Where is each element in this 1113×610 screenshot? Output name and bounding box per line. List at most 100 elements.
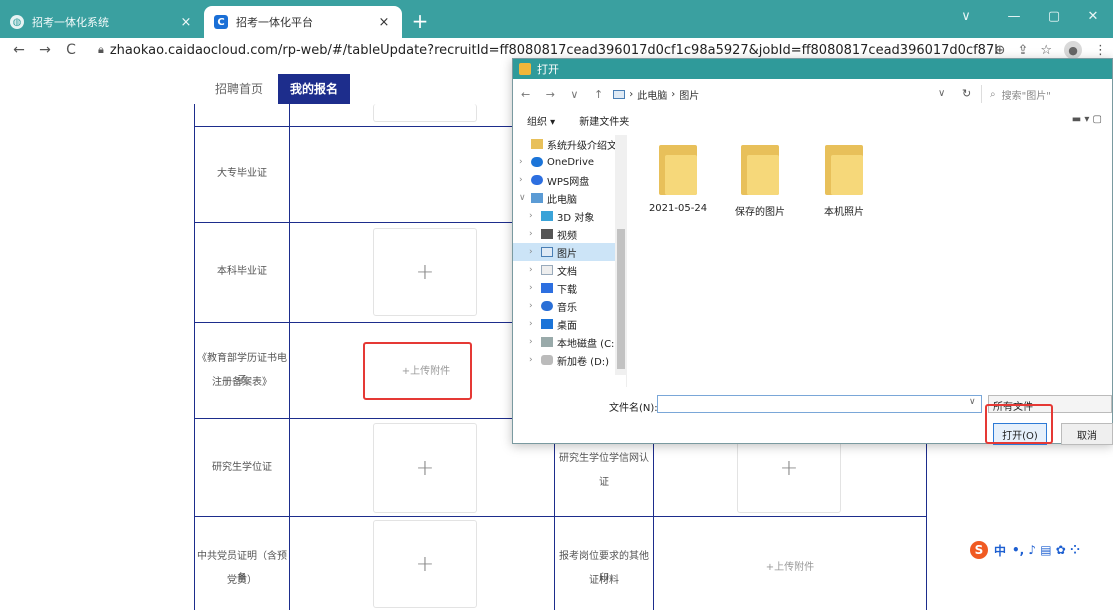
ime-mode[interactable]: 中 (994, 542, 1006, 559)
row-label: 研究生学位证 (212, 462, 272, 473)
row-label: 注册备案表》 (212, 377, 272, 388)
site-logo-icon: C (214, 15, 228, 29)
close-tab-icon[interactable]: × (376, 15, 392, 30)
upload-box-partial[interactable] (373, 104, 477, 122)
cloud-icon (531, 175, 543, 185)
chevron-down-icon[interactable]: ∨ (938, 88, 945, 99)
nav-home-link[interactable]: 招聘首页 (204, 74, 274, 104)
browser-tab-2[interactable]: C 招考一体化平台 × (204, 6, 402, 38)
profile-avatar-icon[interactable]: ● (1064, 41, 1082, 59)
tree-item-selected[interactable]: › 图片 (513, 243, 626, 261)
lock-icon: 🔒︎ (98, 43, 104, 56)
download-icon (541, 283, 553, 293)
folder-icon (531, 139, 543, 149)
dialog-command-bar: 组织 ▾ 新建文件夹 ▬ ▾ ▢ (513, 109, 1112, 131)
new-folder-button[interactable]: 新建文件夹 (579, 113, 629, 128)
filename-label: 文件名(N): (609, 403, 658, 414)
tree-item[interactable]: › 本地磁盘 (C:) (513, 333, 626, 351)
folder-name: 本机照片 (824, 207, 864, 218)
breadcrumb-item[interactable]: 图片 (679, 87, 699, 102)
folder-icon (659, 145, 697, 195)
folder-name: 2021-05-24 (648, 203, 708, 214)
navigation-tree: 系统升级介绍文 › OneDrive › WPS网盘 ∨ 此电脑 › 3D 对象… (513, 135, 627, 387)
close-window-button[interactable]: ✕ (1073, 6, 1113, 28)
folder-icon (825, 145, 863, 195)
row-label: 本科毕业证 (217, 266, 267, 277)
folder-item[interactable]: 本机照片 (809, 145, 879, 218)
tree-item[interactable]: › OneDrive (513, 153, 626, 171)
globe-icon: ◍ (10, 15, 24, 29)
nav-arrows-icon[interactable]: ← → ∨ ↑ (521, 88, 609, 101)
desktop-icon (541, 319, 553, 329)
tree-item[interactable]: 系统升级介绍文 (513, 135, 626, 153)
tree-item[interactable]: › 文档 (513, 261, 626, 279)
tree-scrollbar[interactable] (615, 135, 627, 375)
highlight-box (363, 342, 472, 400)
browser-tab-1[interactable]: ◍ 招考一体化系统 × (0, 6, 204, 38)
plus-icon: + (415, 551, 435, 577)
breadcrumb-item[interactable]: 此电脑 (637, 87, 667, 102)
tree-item[interactable]: › 视频 (513, 225, 626, 243)
row-label: 党员） (227, 575, 257, 586)
search-placeholder: 搜索"图片" (1001, 90, 1051, 102)
folder-item[interactable]: 保存的图片 (725, 145, 795, 218)
table-border (194, 516, 926, 517)
search-icon: ⌕ (990, 88, 996, 100)
sogou-logo-icon[interactable]: S (970, 541, 988, 559)
upload-plus-box[interactable]: + (373, 228, 477, 316)
back-icon[interactable]: ← (6, 42, 32, 58)
computer-icon (531, 193, 543, 203)
menu-icon[interactable]: ⋮ (1094, 43, 1107, 58)
organize-menu[interactable]: 组织 ▾ (527, 113, 555, 128)
minimize-button[interactable]: — (994, 6, 1034, 28)
close-tab-icon[interactable]: × (178, 15, 194, 30)
tree-item[interactable]: › 音乐 (513, 297, 626, 315)
nav-my-registration-link[interactable]: 我的报名 (278, 74, 350, 104)
ime-tool-icons[interactable]: •, ♪ ▤ ✿ ⁘ (1012, 543, 1080, 557)
cloud-icon (531, 157, 543, 167)
upload-attachment-link[interactable]: +上传附件 (740, 558, 840, 573)
refresh-icon[interactable]: ↻ (962, 87, 971, 100)
scrollbar-thumb[interactable] (617, 229, 625, 369)
maximize-button[interactable]: ▢ (1034, 6, 1074, 28)
dialog-title: 打开 (537, 63, 559, 76)
disk-icon (541, 337, 553, 347)
share-icon[interactable]: ⇪ (1017, 43, 1028, 58)
breadcrumb-sep: › (671, 88, 676, 100)
new-tab-button[interactable]: + (408, 10, 432, 34)
bookmark-star-icon[interactable]: ☆ (1040, 43, 1052, 58)
tree-item[interactable]: › 下载 (513, 279, 626, 297)
plus-icon: + (415, 455, 435, 481)
chevron-down-icon[interactable]: ∨ (969, 397, 976, 407)
tree-item[interactable]: › 新加卷 (D:) (513, 351, 626, 369)
upload-plus-box[interactable]: + (373, 520, 477, 608)
forward-icon[interactable]: → (32, 42, 58, 58)
music-icon (541, 301, 553, 311)
folder-name: 保存的图片 (735, 207, 785, 218)
tab-title: 招考一体化平台 (236, 16, 313, 29)
zoom-icon[interactable]: ⊕ (995, 43, 1006, 58)
plus-icon: + (779, 455, 799, 481)
folder-item[interactable]: 2021-05-24 (643, 145, 713, 214)
tree-item[interactable]: ∨ 此电脑 (513, 189, 626, 207)
upload-plus-box[interactable]: + (373, 423, 477, 513)
tab-title: 招考一体化系统 (32, 16, 109, 29)
tree-item[interactable]: › WPS网盘 (513, 171, 626, 189)
file-open-dialog: 打开 ← → ∨ ↑ › 此电脑 › 图片 ∨ ↻ ⌕ 搜索"图片" 组织 ▾ … (512, 58, 1113, 445)
breadcrumb[interactable]: › 此电脑 › 图片 (613, 87, 699, 102)
row-label: 大专毕业证 (217, 168, 267, 179)
search-input[interactable]: ⌕ 搜索"图片" (981, 85, 1111, 103)
browser-tab-strip: ◍ 招考一体化系统 × C 招考一体化平台 × + ∨ — ▢ ✕ (0, 0, 1113, 38)
file-list: 2021-05-24 保存的图片 本机照片 (643, 145, 1103, 385)
cube-icon (541, 211, 553, 221)
cancel-button[interactable]: 取消 (1061, 423, 1113, 445)
row-label: 研究生学位学信网认 (559, 453, 649, 464)
filename-input[interactable] (657, 395, 982, 413)
pictures-icon (613, 89, 626, 99)
dialog-address-bar: ← → ∨ ↑ › 此电脑 › 图片 ∨ ↻ ⌕ 搜索"图片" (513, 79, 1112, 109)
tab-search-icon[interactable]: ∨ (946, 6, 986, 28)
reload-icon[interactable]: C (58, 42, 84, 58)
view-options-icon[interactable]: ▬ ▾ ▢ (1072, 114, 1102, 125)
tree-item[interactable]: › 桌面 (513, 315, 626, 333)
tree-item[interactable]: › 3D 对象 (513, 207, 626, 225)
